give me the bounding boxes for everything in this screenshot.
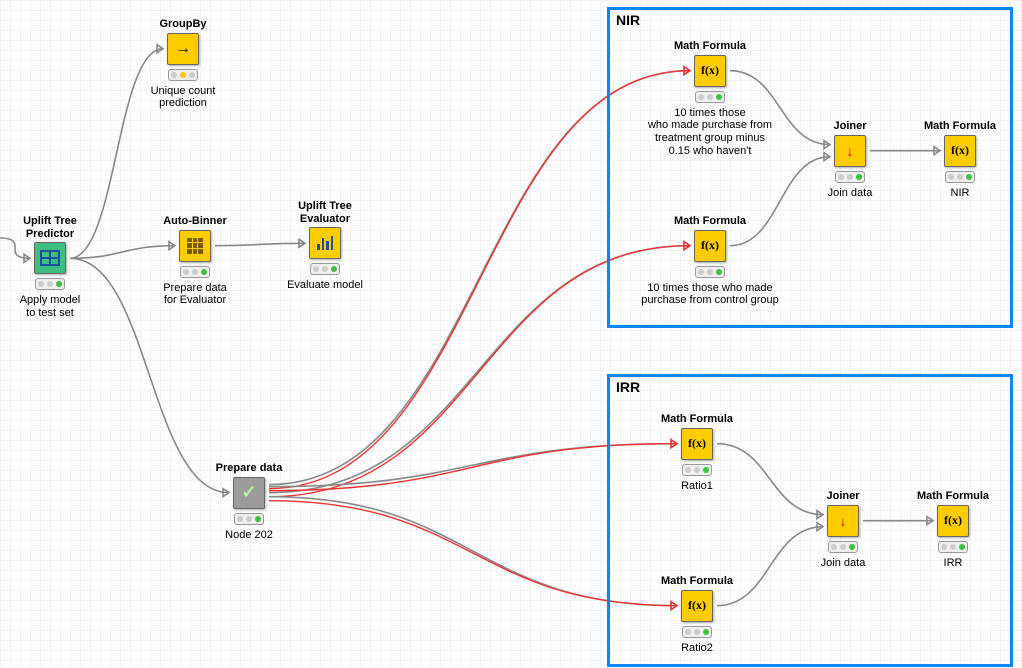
node-caption: IRR <box>893 557 1013 570</box>
node-prepare-data[interactable]: Prepare data ✓ Node 202 <box>189 462 309 541</box>
node-icon <box>179 230 211 262</box>
node-math-formula-irr-ratio2[interactable]: Math Formula f(x) Ratio2 <box>637 575 757 654</box>
node-math-formula-irr-ratio1[interactable]: Math Formula f(x) Ratio1 <box>637 413 757 492</box>
node-caption: Ratio1 <box>637 480 757 493</box>
node-icon: f(x) <box>937 505 969 537</box>
node-math-formula-nir-treatment[interactable]: Math Formula f(x) 10 times thosewho made… <box>625 40 795 157</box>
node-caption: NIR <box>900 187 1020 200</box>
node-title: Uplift TreePredictor <box>0 215 110 240</box>
node-caption: Apply modelto test set <box>0 294 110 319</box>
node-title: Math Formula <box>900 120 1020 133</box>
node-icon <box>34 242 66 274</box>
node-title: Math Formula <box>625 215 795 228</box>
node-icon: ↓ <box>834 135 866 167</box>
node-title: Math Formula <box>893 490 1013 503</box>
traffic-light-icon <box>682 464 712 476</box>
node-groupby[interactable]: GroupBy → Unique countprediction <box>123 18 243 110</box>
node-uplift-tree-predictor[interactable]: Uplift TreePredictor Apply modelto test … <box>0 215 110 320</box>
node-caption: Ratio2 <box>637 642 757 655</box>
node-auto-binner[interactable]: Auto-Binner Prepare datafor Evaluator <box>135 215 255 307</box>
node-icon: → <box>167 33 199 65</box>
node-title: Math Formula <box>637 575 757 588</box>
node-caption: Unique countprediction <box>123 85 243 110</box>
node-title: Auto-Binner <box>135 215 255 228</box>
traffic-light-icon <box>168 69 198 81</box>
workflow-canvas[interactable]: NIR IRR Uplift TreePredictor Apply model… <box>0 0 1022 668</box>
node-caption: 10 times thosewho made purchase fromtrea… <box>625 107 795 158</box>
node-icon <box>309 227 341 259</box>
node-title: Joiner <box>790 120 910 133</box>
node-joiner-nir[interactable]: Joiner ↓ Join data <box>790 120 910 199</box>
traffic-light-icon <box>310 263 340 275</box>
node-title: Math Formula <box>625 40 795 53</box>
traffic-light-icon <box>938 541 968 553</box>
node-title: Uplift TreeEvaluator <box>265 200 385 225</box>
node-caption: Node 202 <box>189 529 309 542</box>
node-icon: f(x) <box>694 55 726 87</box>
node-uplift-tree-evaluator[interactable]: Uplift TreeEvaluator Evaluate model <box>265 200 385 292</box>
node-title: Math Formula <box>637 413 757 426</box>
traffic-light-icon <box>828 541 858 553</box>
node-math-formula-nir-control[interactable]: Math Formula f(x) 10 times those who mad… <box>625 215 795 307</box>
annotation-irr-title: IRR <box>616 379 640 395</box>
node-icon: ↓ <box>827 505 859 537</box>
node-icon: f(x) <box>694 230 726 262</box>
traffic-light-icon <box>695 266 725 278</box>
node-joiner-irr[interactable]: Joiner ↓ Join data <box>783 490 903 569</box>
traffic-light-icon <box>945 171 975 183</box>
annotation-nir-title: NIR <box>616 12 640 28</box>
node-icon: f(x) <box>681 428 713 460</box>
node-title: GroupBy <box>123 18 243 31</box>
node-icon: f(x) <box>944 135 976 167</box>
traffic-light-icon <box>35 278 65 290</box>
node-title: Prepare data <box>189 462 309 475</box>
node-icon: f(x) <box>681 590 713 622</box>
traffic-light-icon <box>695 91 725 103</box>
traffic-light-icon <box>180 266 210 278</box>
node-caption: Prepare datafor Evaluator <box>135 282 255 307</box>
node-caption: Join data <box>783 557 903 570</box>
traffic-light-icon <box>682 626 712 638</box>
traffic-light-icon <box>234 513 264 525</box>
node-math-formula-nir-out[interactable]: Math Formula f(x) NIR <box>900 120 1020 199</box>
traffic-light-icon <box>835 171 865 183</box>
node-title: Joiner <box>783 490 903 503</box>
node-caption: Evaluate model <box>265 279 385 292</box>
node-caption: Join data <box>790 187 910 200</box>
metanode-icon: ✓ <box>233 477 265 509</box>
node-math-formula-irr-out[interactable]: Math Formula f(x) IRR <box>893 490 1013 569</box>
node-caption: 10 times those who madepurchase from con… <box>625 282 795 307</box>
